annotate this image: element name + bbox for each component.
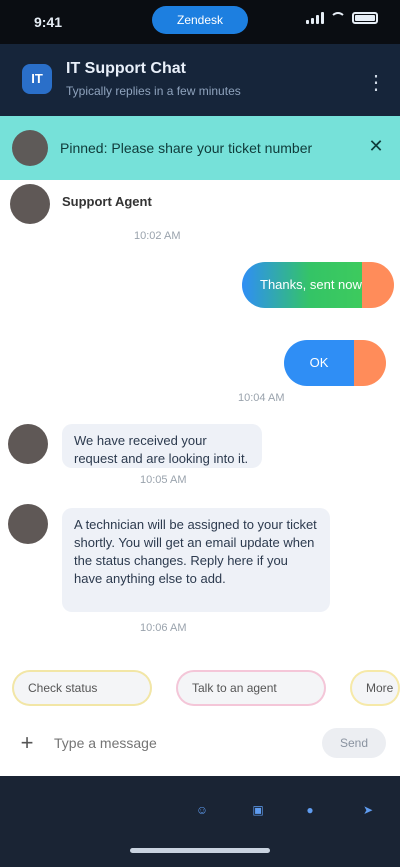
- bottom-toolbar: ☺ ▣ ● ➤: [0, 776, 400, 867]
- chat-title: IT Support Chat: [66, 60, 186, 77]
- pinned-banner[interactable]: Pinned: Please share your ticket number …: [0, 116, 400, 180]
- quick-replies: Check status Talk to an agent More: [0, 666, 400, 710]
- avatar[interactable]: [8, 504, 48, 544]
- banner-text: Pinned: Please share your ticket number: [60, 140, 313, 156]
- incoming-message[interactable]: We have received your request and are lo…: [62, 424, 262, 468]
- more-options-icon[interactable]: ⋮: [366, 70, 386, 95]
- message-input[interactable]: [54, 728, 304, 758]
- status-icons: [306, 12, 378, 24]
- avatar[interactable]: [8, 424, 48, 464]
- status-time: 9:41: [34, 14, 63, 30]
- incoming-message[interactable]: A technician will be assigned to your ti…: [62, 508, 330, 612]
- send-button[interactable]: Send: [322, 728, 386, 758]
- add-attachment-icon[interactable]: +: [14, 730, 40, 756]
- composer: + Send: [0, 718, 400, 768]
- battery-icon: [352, 12, 378, 24]
- chat-header: IT IT Support Chat Typically replies in …: [0, 44, 400, 116]
- chat-subtitle: Typically replies in a few minutes: [66, 84, 241, 98]
- chat-thread[interactable]: Support Agent 10:02 AM Thanks, sent now …: [0, 180, 400, 660]
- wifi-icon: [330, 12, 346, 24]
- outgoing-message[interactable]: Thanks, sent now: [242, 262, 366, 308]
- avatar[interactable]: [10, 184, 50, 224]
- message-time: 10:02 AM: [134, 230, 181, 242]
- outgoing-avatar: [362, 262, 394, 308]
- toolbar-emoji-icon[interactable]: ☺: [184, 798, 220, 822]
- banner-avatar: [12, 130, 48, 166]
- status-pill[interactable]: Zendesk: [152, 6, 248, 34]
- message-time: 10:04 AM: [238, 392, 285, 404]
- quick-reply-chip[interactable]: Check status: [12, 670, 152, 706]
- close-icon[interactable]: ✕: [364, 136, 388, 160]
- message-sender: Support Agent: [62, 194, 152, 209]
- outgoing-avatar: [354, 340, 386, 386]
- outgoing-message[interactable]: OK: [284, 340, 354, 386]
- toolbar-send-icon[interactable]: ➤: [350, 798, 386, 822]
- chat-avatar-badge[interactable]: IT: [22, 64, 52, 94]
- status-bar: 9:41 Zendesk: [0, 0, 400, 44]
- quick-reply-chip[interactable]: Talk to an agent: [176, 670, 326, 706]
- message-time: 10:05 AM: [140, 474, 187, 486]
- toolbar-image-icon[interactable]: ▣: [240, 798, 276, 822]
- message-time: 10:06 AM: [140, 622, 187, 634]
- home-indicator[interactable]: [130, 848, 270, 853]
- toolbar-mic-icon[interactable]: ●: [292, 798, 328, 822]
- signal-icon: [306, 12, 324, 24]
- quick-reply-chip[interactable]: More: [350, 670, 400, 706]
